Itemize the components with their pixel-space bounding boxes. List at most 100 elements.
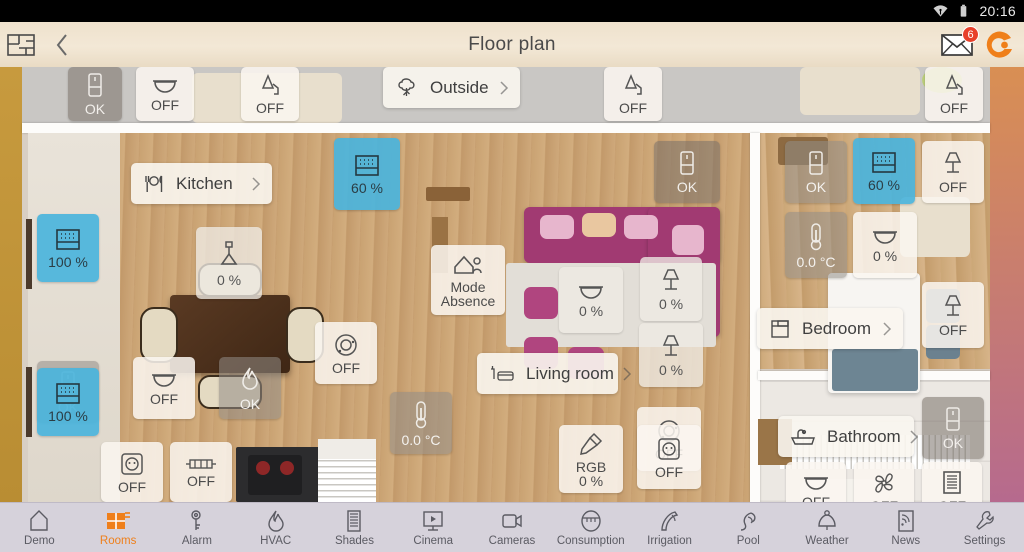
widget-w04[interactable]: OFF: [604, 67, 662, 121]
nav-item-label: Alarm: [181, 535, 212, 547]
widget-w21[interactable]: RGB 0 %: [559, 425, 623, 493]
nav-item-shades[interactable]: Shades: [315, 503, 394, 552]
widget-w27[interactable]: OFF: [922, 141, 984, 203]
nav-item-consumption[interactable]: Consumption: [551, 503, 630, 552]
widget-w23[interactable]: OK: [654, 141, 720, 203]
status-clock: 20:16: [979, 3, 1016, 19]
nav-item-cinema[interactable]: Cinema: [394, 503, 473, 552]
chevron-right-icon: [500, 80, 509, 95]
widget-w12[interactable]: OFF: [101, 442, 163, 502]
room-link-label: Living room: [526, 363, 614, 383]
room-link-kitchen[interactable]: Kitchen: [131, 163, 272, 204]
room-link-label: Kitchen: [176, 173, 233, 193]
widget-w05[interactable]: OFF: [925, 67, 983, 121]
table-lamp-icon: [662, 268, 680, 290]
widget-w34[interactable]: OFF: [922, 462, 982, 502]
widget-w14[interactable]: 60 %: [334, 138, 400, 210]
widget-w03[interactable]: OFF: [241, 67, 299, 121]
table-lamp-icon: [944, 151, 962, 173]
floor-plan-stage[interactable]: OK OFF OFF OFF OFF 100 % 100 % 0 % OFF O…: [0, 67, 1024, 502]
widget-w24[interactable]: 0 %: [640, 257, 702, 321]
nav-item-irrigation[interactable]: Irrigation: [630, 503, 709, 552]
ceiling-light-icon: [152, 373, 176, 387]
nav-item-label: Demo: [24, 535, 55, 547]
page-title: Floor plan: [468, 34, 556, 55]
widget-value: OFF: [150, 390, 178, 407]
room-link-living-room[interactable]: Living room: [477, 353, 631, 394]
room-link-bedroom[interactable]: Bedroom: [757, 308, 903, 349]
nav-item-rooms[interactable]: Rooms: [79, 503, 158, 552]
nav-item-label: Settings: [963, 535, 1006, 547]
widget-w26[interactable]: 60 %: [853, 138, 915, 204]
widget-value: 0 %: [658, 295, 684, 312]
widget-w18[interactable]: 0 %: [559, 267, 623, 333]
wall-lamp-icon: [261, 73, 279, 95]
widget-value: 60 %: [868, 176, 900, 193]
widget-value: OFF: [655, 463, 683, 480]
widget-w06[interactable]: 100 %: [37, 214, 99, 282]
room-link-label: Outside: [430, 77, 489, 97]
widget-w30[interactable]: OFF: [922, 282, 984, 348]
screen-play-icon: [423, 511, 443, 531]
nav-item-pool[interactable]: Pool: [709, 503, 788, 552]
widget-w28[interactable]: 0.0 °C: [785, 212, 847, 278]
nav-item-cameras[interactable]: Cameras: [473, 503, 552, 552]
room-link-outside[interactable]: Outside: [383, 67, 520, 108]
nav-item-demo[interactable]: Demo: [0, 503, 79, 552]
gauge-icon: [581, 510, 601, 532]
wall-lamp-icon: [624, 73, 642, 95]
widget-w10[interactable]: OFF: [133, 357, 195, 419]
shutter-closed-icon: [809, 150, 823, 175]
cutlery-icon: [145, 175, 163, 192]
nav-item-weather[interactable]: Weather: [788, 503, 867, 552]
widget-value: OFF: [151, 96, 179, 113]
widget-value: OK: [676, 178, 698, 195]
messages-button[interactable]: 6: [940, 25, 979, 59]
dropper-icon: [580, 432, 603, 455]
widget-w13[interactable]: OFF: [170, 442, 232, 502]
floor-plan-icon[interactable]: [6, 32, 36, 58]
nav-item-settings[interactable]: Settings: [945, 503, 1024, 552]
widget-w11[interactable]: OK: [219, 357, 281, 419]
nav-item-news[interactable]: News: [866, 503, 945, 552]
widget-value: 0 %: [872, 247, 898, 264]
widget-w25[interactable]: OK: [785, 141, 847, 203]
widget-value: OFF: [939, 178, 967, 195]
widget-w08[interactable]: 100 %: [37, 368, 99, 436]
ceiling-light-icon: [579, 285, 603, 299]
widget-w19[interactable]: 0 %: [639, 323, 703, 387]
thermometer-icon: [415, 400, 427, 428]
widget-value: OFF: [118, 478, 146, 495]
widget-w09[interactable]: 0 %: [196, 227, 262, 299]
ceiling-light-icon: [153, 79, 177, 93]
widget-w17[interactable]: 0.0 °C: [390, 392, 452, 454]
widget-value: 0.0 °C: [401, 431, 441, 448]
shutter-closed-icon: [680, 150, 694, 175]
tree-icon: [398, 77, 415, 96]
nav-item-label: Rooms: [99, 535, 137, 547]
widget-value: OK: [84, 100, 106, 117]
widget-w22[interactable]: OFF: [637, 425, 701, 489]
android-status-bar: 20:16: [0, 0, 1024, 22]
widget-w31[interactable]: OK: [922, 397, 984, 459]
nav-item-alarm[interactable]: Alarm: [158, 503, 237, 552]
nav-item-label: Cinema: [413, 535, 454, 547]
widget-w16[interactable]: Mode Absence: [431, 245, 505, 315]
widget-w15[interactable]: OFF: [315, 322, 377, 384]
widget-w33[interactable]: OFF: [854, 462, 914, 502]
widget-value: OFF: [939, 321, 967, 338]
widget-w32[interactable]: OFF: [786, 462, 846, 502]
widget-value: OFF: [619, 99, 647, 116]
dial-icon: [335, 333, 357, 356]
app-logo-icon[interactable]: [984, 29, 1016, 61]
chevron-left-icon[interactable]: [52, 31, 72, 59]
blinds-icon: [872, 151, 896, 173]
widget-w29[interactable]: 0 %: [853, 212, 917, 278]
widget-w02[interactable]: OFF: [136, 67, 194, 121]
shutter-closed-icon: [88, 72, 102, 97]
widget-w01[interactable]: OK: [68, 67, 122, 121]
nav-item-hvac[interactable]: HVAC: [236, 503, 315, 552]
room-link-bathroom[interactable]: Bathroom: [778, 416, 918, 457]
power-socket-icon: [121, 452, 143, 475]
bed-icon: [771, 319, 789, 338]
